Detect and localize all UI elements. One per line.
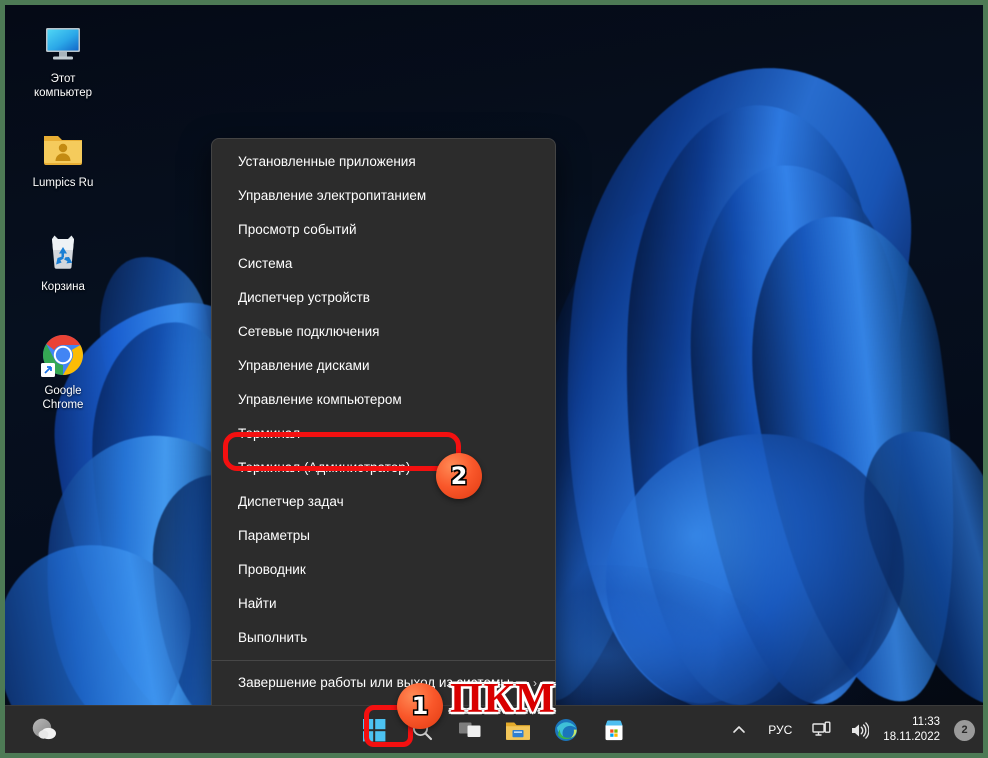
desktop-screen: Этот компьютер Lumpics Ru Корзина Google…: [5, 5, 983, 753]
user-folder-icon: [39, 123, 87, 171]
menu-item-label: Управление дисками: [238, 358, 370, 373]
desktop-icon-lumpics-ru[interactable]: Lumpics Ru: [15, 123, 111, 190]
menu-item-device-manager[interactable]: Диспетчер устройств: [212, 281, 555, 315]
menu-item-network-connections[interactable]: Сетевые подключения: [212, 315, 555, 349]
taskbar-left-section: [19, 706, 71, 753]
menu-item-label: Терминал (Администратор): [238, 460, 411, 475]
right-click-hint-label: ПКМ: [450, 676, 556, 722]
clock-date: 18.11.2022: [883, 731, 940, 743]
desktop-icon-label: Google Chrome: [42, 385, 84, 411]
step-badge-1: 1: [397, 683, 443, 729]
menu-item-computer-management[interactable]: Управление компьютером: [212, 383, 555, 417]
menu-item-installed-apps[interactable]: Установленные приложения: [212, 145, 555, 179]
menu-item-label: Сетевые подключения: [238, 324, 380, 339]
menu-separator: [212, 660, 555, 661]
store-button[interactable]: [594, 711, 634, 749]
menu-item-label: Управление электропитанием: [238, 188, 427, 203]
weather-cloud-sun-icon: [32, 718, 56, 740]
desktop-icon-label: Lumpics Ru: [32, 177, 94, 189]
language-label: РУС: [768, 723, 793, 737]
language-indicator[interactable]: РУС: [763, 711, 797, 749]
menu-item-label: Система: [238, 256, 293, 271]
weather-widget[interactable]: [19, 711, 71, 749]
step-badge-2: 2: [436, 453, 482, 499]
menu-item-label: Диспетчер устройств: [238, 290, 370, 305]
menu-item-search[interactable]: Найти: [212, 587, 555, 621]
menu-item-event-viewer[interactable]: Просмотр событий: [212, 213, 555, 247]
network-button[interactable]: [807, 711, 835, 749]
menu-item-label: Найти: [238, 596, 277, 611]
winx-context-menu[interactable]: Установленные приложения Управление элек…: [211, 138, 556, 741]
menu-item-label: Проводник: [238, 562, 306, 577]
taskbar-system-tray: РУС 11:33 18.11.2022 2: [725, 706, 975, 753]
menu-item-disk-management[interactable]: Управление дисками: [212, 349, 555, 383]
menu-item-label: Диспетчер задач: [238, 494, 344, 509]
desktop-icon-recycle-bin[interactable]: Корзина: [15, 227, 111, 294]
desktop-icon-google-chrome[interactable]: Google Chrome: [15, 331, 111, 412]
menu-item-label: Терминал: [238, 426, 301, 441]
taskbar-clock[interactable]: 11:33 18.11.2022: [883, 715, 944, 745]
network-icon: [812, 721, 831, 736]
notification-count-badge[interactable]: 2: [954, 719, 975, 741]
menu-item-power-management[interactable]: Управление электропитанием: [212, 179, 555, 213]
menu-item-label: Установленные приложения: [238, 154, 416, 169]
windows-logo-icon: [362, 718, 385, 741]
menu-item-terminal[interactable]: Терминал: [212, 417, 555, 451]
menu-item-file-explorer[interactable]: Проводник: [212, 553, 555, 587]
menu-item-task-manager[interactable]: Диспетчер задач: [212, 485, 555, 519]
clock-time: 11:33: [912, 716, 940, 728]
tray-overflow-button[interactable]: [725, 711, 753, 749]
menu-item-label: Управление компьютером: [238, 392, 402, 407]
desktop-icon-label: Этот компьютер: [34, 73, 92, 99]
microsoft-store-icon: [605, 720, 623, 741]
start-button[interactable]: [354, 711, 394, 749]
menu-item-label: Просмотр событий: [238, 222, 357, 237]
menu-item-settings[interactable]: Параметры: [212, 519, 555, 553]
menu-item-label: Выполнить: [238, 630, 308, 645]
menu-item-terminal-admin[interactable]: Терминал (Администратор): [212, 451, 555, 485]
desktop-icon-label: Корзина: [41, 281, 85, 293]
recycle-bin-icon: [39, 227, 87, 275]
monitor-icon: [39, 19, 87, 67]
desktop-icon-this-pc[interactable]: Этот компьютер: [15, 19, 111, 100]
menu-item-system[interactable]: Система: [212, 247, 555, 281]
chevron-up-icon: [733, 726, 746, 733]
microsoft-edge-icon: [555, 719, 577, 741]
image-green-frame: Этот компьютер Lumpics Ru Корзина Google…: [0, 0, 988, 758]
chrome-icon: [39, 331, 87, 379]
menu-item-run[interactable]: Выполнить: [212, 621, 555, 655]
volume-icon: [851, 721, 869, 739]
task-view-icon: [459, 722, 481, 737]
volume-button[interactable]: [845, 711, 873, 749]
menu-item-label: Параметры: [238, 528, 310, 543]
